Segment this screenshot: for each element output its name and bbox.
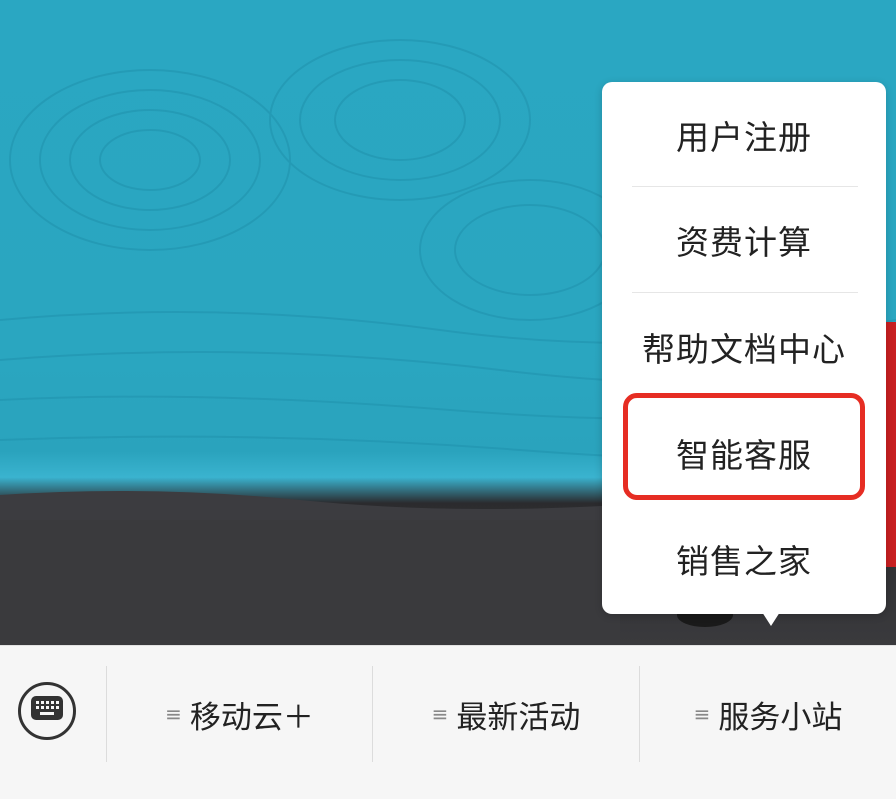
menu-divider <box>632 292 858 293</box>
menu-item-sales-home[interactable]: 销售之家 <box>602 506 886 611</box>
highlight-annotation-box <box>623 393 865 500</box>
menu-lines-icon: ≡ <box>431 702 449 726</box>
menu-lines-icon: ≡ <box>693 702 711 726</box>
menu-item-label: 帮助文档中心 <box>642 329 846 369</box>
menu-lines-icon: ≡ <box>165 702 182 726</box>
keyboard-toggle-button[interactable] <box>18 682 76 740</box>
tab-mobile-cloud[interactable]: ≡ 移动云＋ <box>107 646 372 782</box>
popup-pointer-arrow <box>762 612 780 626</box>
menu-item-label: 资费计算 <box>676 222 812 262</box>
tab-label: 最新活动 <box>456 699 581 736</box>
wechat-official-account-screen: 用户注册 资费计算 帮助文档中心 智能客服 销售之家 ≡ 移动云＋ ≡ 最新活动… <box>0 0 896 799</box>
tab-label: 服务小站 <box>718 699 843 736</box>
service-popup-menu: 用户注册 资费计算 帮助文档中心 智能客服 销售之家 <box>602 82 886 614</box>
menu-item-user-register[interactable]: 用户注册 <box>602 82 886 187</box>
tab-service-station[interactable]: ≡ 服务小站 <box>640 646 896 782</box>
bottom-menu-bar: ≡ 移动云＋ ≡ 最新活动 ≡ 服务小站 <box>0 645 896 799</box>
menu-item-help-docs[interactable]: 帮助文档中心 <box>602 294 886 399</box>
tab-latest-activities[interactable]: ≡ 最新活动 <box>373 646 639 782</box>
menu-item-fee-calculator[interactable]: 资费计算 <box>602 187 886 292</box>
menu-item-label: 用户注册 <box>676 117 812 157</box>
tab-label: 移动云＋ <box>189 699 314 736</box>
keyboard-icon <box>30 695 64 727</box>
menu-item-label: 销售之家 <box>676 541 812 581</box>
